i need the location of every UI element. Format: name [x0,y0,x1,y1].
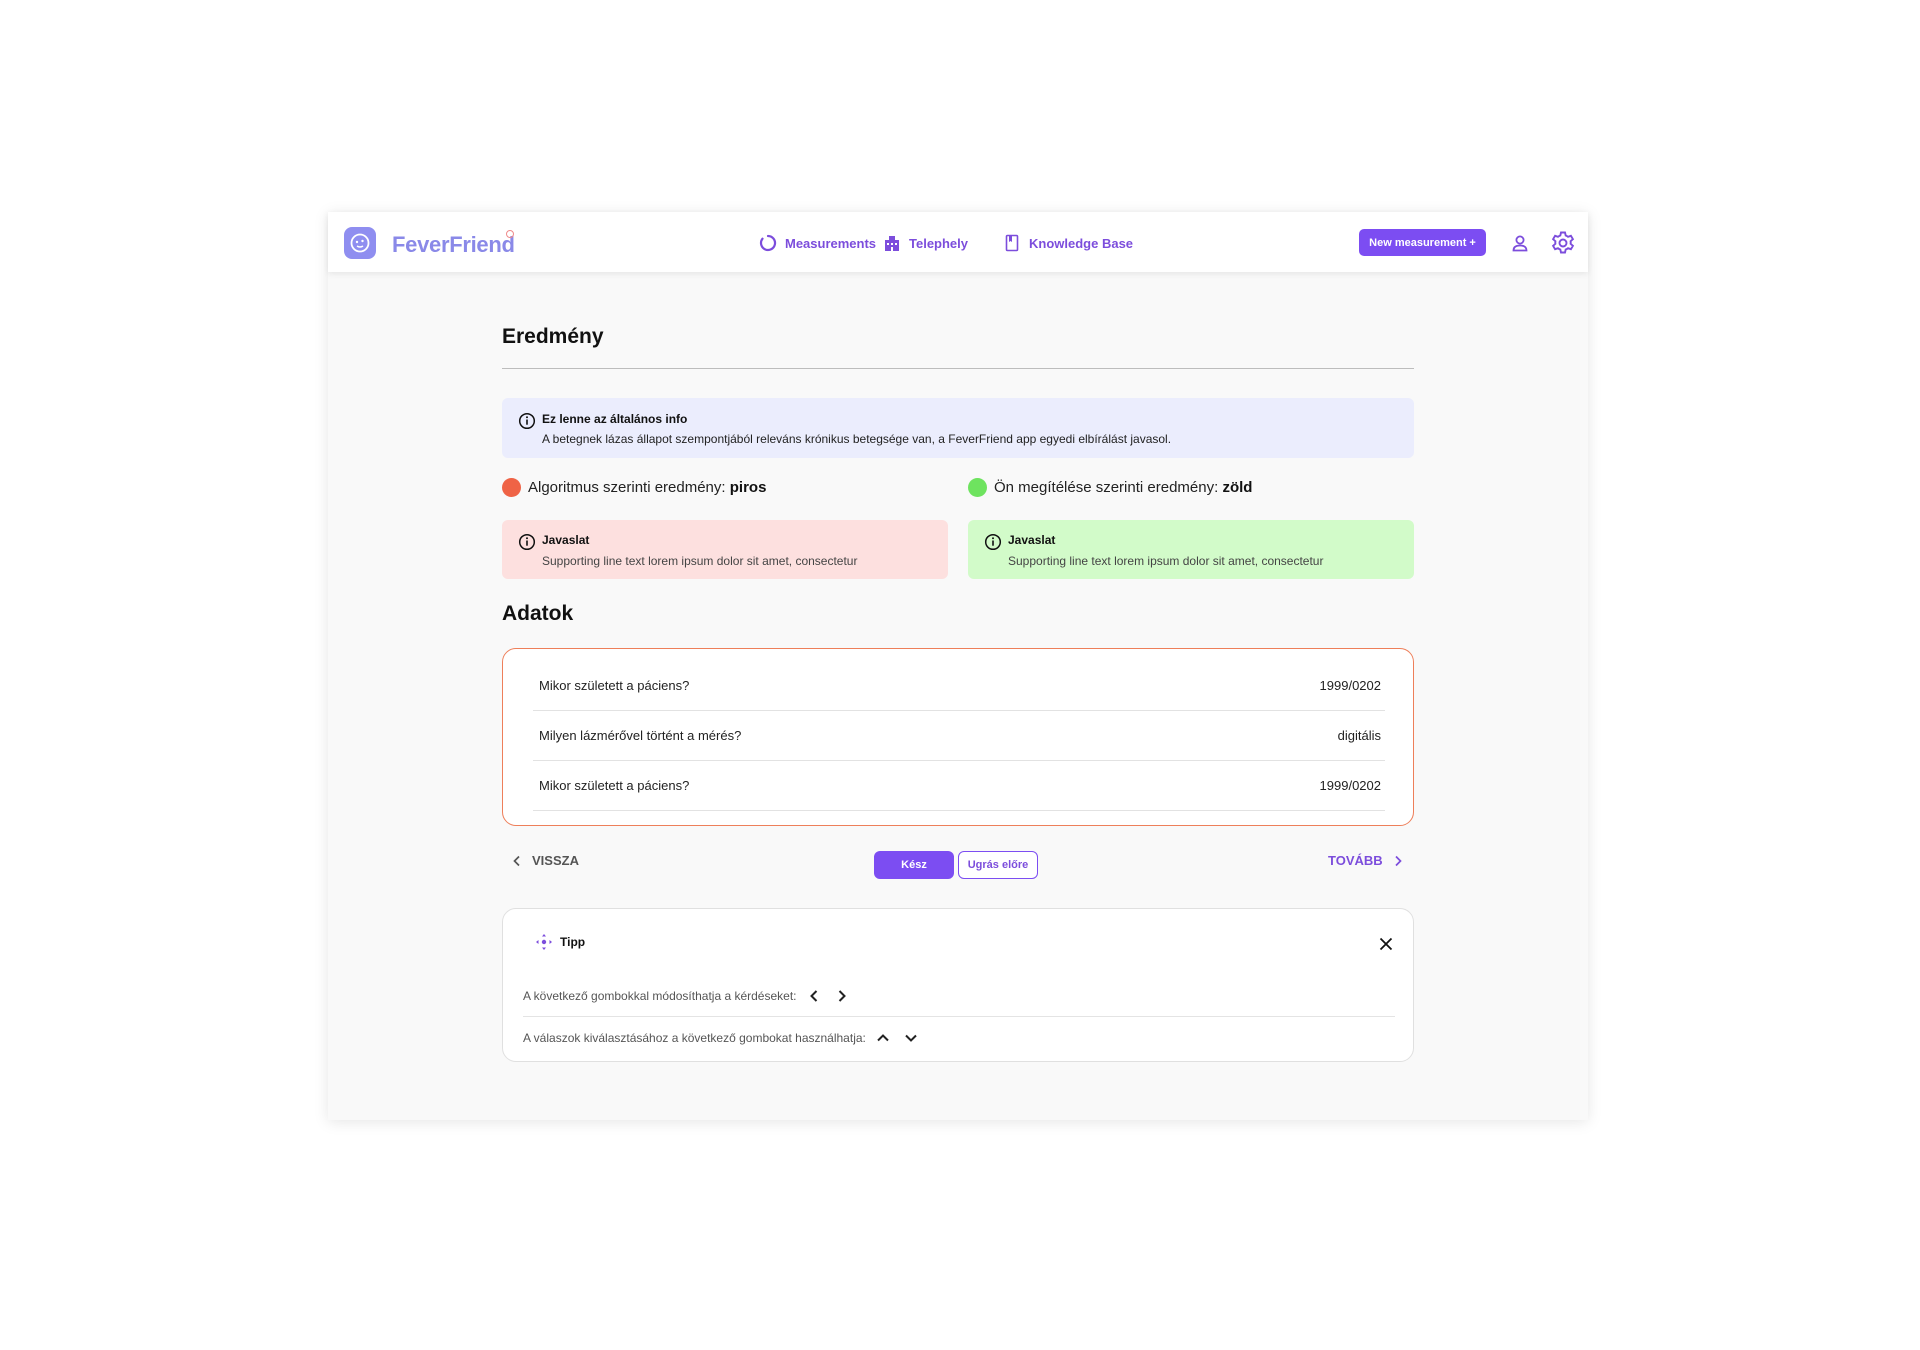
table-row[interactable]: Mikor született a páciens? 1999/0202 [533,661,1385,711]
title-divider [502,368,1414,369]
tip-card: Tipp A következő gombokkal módosíthatja … [502,908,1414,1062]
chevron-down-icon [900,1027,922,1049]
tip-text: A válaszok kiválasztásához a következő g… [523,1031,866,1045]
next-label: TOVÁBB [1328,853,1383,868]
suggestion-title: Javaslat [542,533,590,547]
app-window: FeverFriend Measurements Telephely Knowl… [328,212,1588,1120]
tip-row-answers: A válaszok kiválasztásához a következő g… [523,1027,922,1049]
algorithm-result-value: piros [729,479,767,496]
general-info-box: Ez lenne az általános info A betegnek lá… [502,398,1414,458]
skip-ahead-button[interactable]: Ugrás előre [958,851,1038,879]
logo-degree-mark [506,230,514,238]
algorithm-result-label: Algoritmus szerinti eredmény: piros [528,479,767,496]
data-section-title: Adatok [502,602,574,625]
move-arrows-icon [536,934,552,950]
question-text: Mikor született a páciens? [539,778,690,793]
chevron-left-icon [513,855,520,866]
book-icon [1005,234,1019,252]
new-measurement-button[interactable]: New measurement + [1359,229,1486,256]
close-icon[interactable] [1375,933,1397,955]
user-result: Ön megítélése szerinti eredmény: zöld [968,478,1252,497]
top-navigation-bar: FeverFriend Measurements Telephely Knowl… [328,212,1588,272]
user-result-value: zöld [1222,479,1253,496]
status-dot-red [502,478,521,497]
app-logo-icon[interactable] [344,227,376,259]
chevron-left-icon [803,985,825,1007]
info-text: A betegnek lázas állapot szempontjából r… [542,432,1172,446]
info-title: Ez lenne az általános info [542,412,688,426]
back-label: VISSZA [532,853,579,868]
tip-text: A következő gombokkal módosíthatja a kér… [523,989,797,1003]
nav-item-telephely[interactable]: Telephely [883,233,968,253]
done-button[interactable]: Kész [874,851,954,879]
app-name: FeverFriend [392,232,515,257]
info-icon [518,412,536,430]
suggestion-text: Supporting line text lorem ipsum dolor s… [1008,554,1324,568]
back-button[interactable]: VISSZA [512,853,579,868]
user-icon[interactable] [1506,229,1534,257]
info-icon [518,533,536,551]
table-row[interactable]: Mikor született a páciens? 1999/0202 [533,761,1385,811]
nav-item-measurements[interactable]: Measurements [759,233,876,253]
nav-label: Telephely [909,235,969,251]
suggestion-card-green: Javaslat Supporting line text lorem ipsu… [968,520,1414,579]
gear-icon[interactable] [1549,229,1577,257]
answer-text: 1999/0202 [1319,678,1381,693]
data-card: Mikor született a páciens? 1999/0202 Mil… [502,648,1414,826]
suggestion-text: Supporting line text lorem ipsum dolor s… [542,554,858,568]
page-title: Eredmény [502,325,604,348]
user-result-label: Ön megítélése szerinti eredmény: zöld [994,479,1253,496]
answer-text: 1999/0202 [1319,778,1381,793]
building-icon [885,236,899,251]
tip-title: Tipp [560,935,586,949]
next-button[interactable]: TOVÁBB [1328,853,1403,868]
status-dot-green [968,478,987,497]
question-text: Mikor született a páciens? [539,678,690,693]
question-text: Milyen lázmérővel történt a mérés? [539,728,742,743]
nav-label: Knowledge Base [1029,235,1134,251]
loader-circle-icon [759,234,777,252]
suggestion-title: Javaslat [1008,533,1056,547]
tip-divider [523,1016,1395,1017]
suggestion-card-red: Javaslat Supporting line text lorem ipsu… [502,520,948,579]
chevron-right-icon [1395,855,1402,866]
info-icon [984,533,1002,551]
tip-row-questions: A következő gombokkal módosíthatja a kér… [523,985,853,1007]
chevron-up-icon [872,1027,894,1049]
answer-text: digitális [1337,728,1381,743]
nav-label: Measurements [785,235,877,251]
chevron-right-icon [831,985,853,1007]
nav-item-knowledge-base[interactable]: Knowledge Base [1003,233,1133,253]
algorithm-result: Algoritmus szerinti eredmény: piros [502,478,766,497]
table-row[interactable]: Milyen lázmérővel történt a mérés? digit… [533,711,1385,761]
